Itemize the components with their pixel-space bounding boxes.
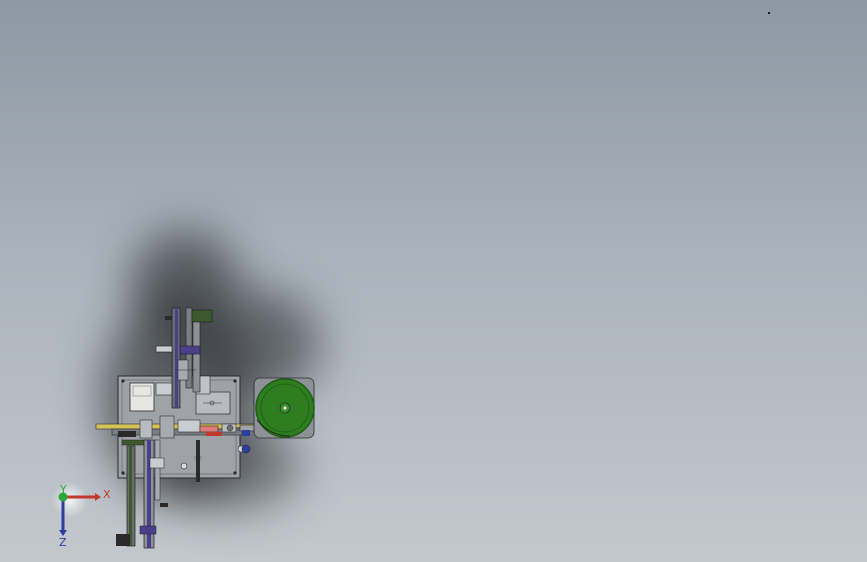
triad-glow bbox=[52, 482, 88, 518]
x-axis-label: X bbox=[103, 488, 111, 501]
y-axis-label: Y bbox=[59, 483, 67, 496]
x-axis-arrowhead bbox=[95, 493, 101, 501]
graphics-viewport[interactable]: X Y Z bbox=[0, 0, 867, 562]
z-axis-label: Z bbox=[59, 536, 67, 549]
coordinate-triad: X Y Z bbox=[52, 482, 111, 549]
